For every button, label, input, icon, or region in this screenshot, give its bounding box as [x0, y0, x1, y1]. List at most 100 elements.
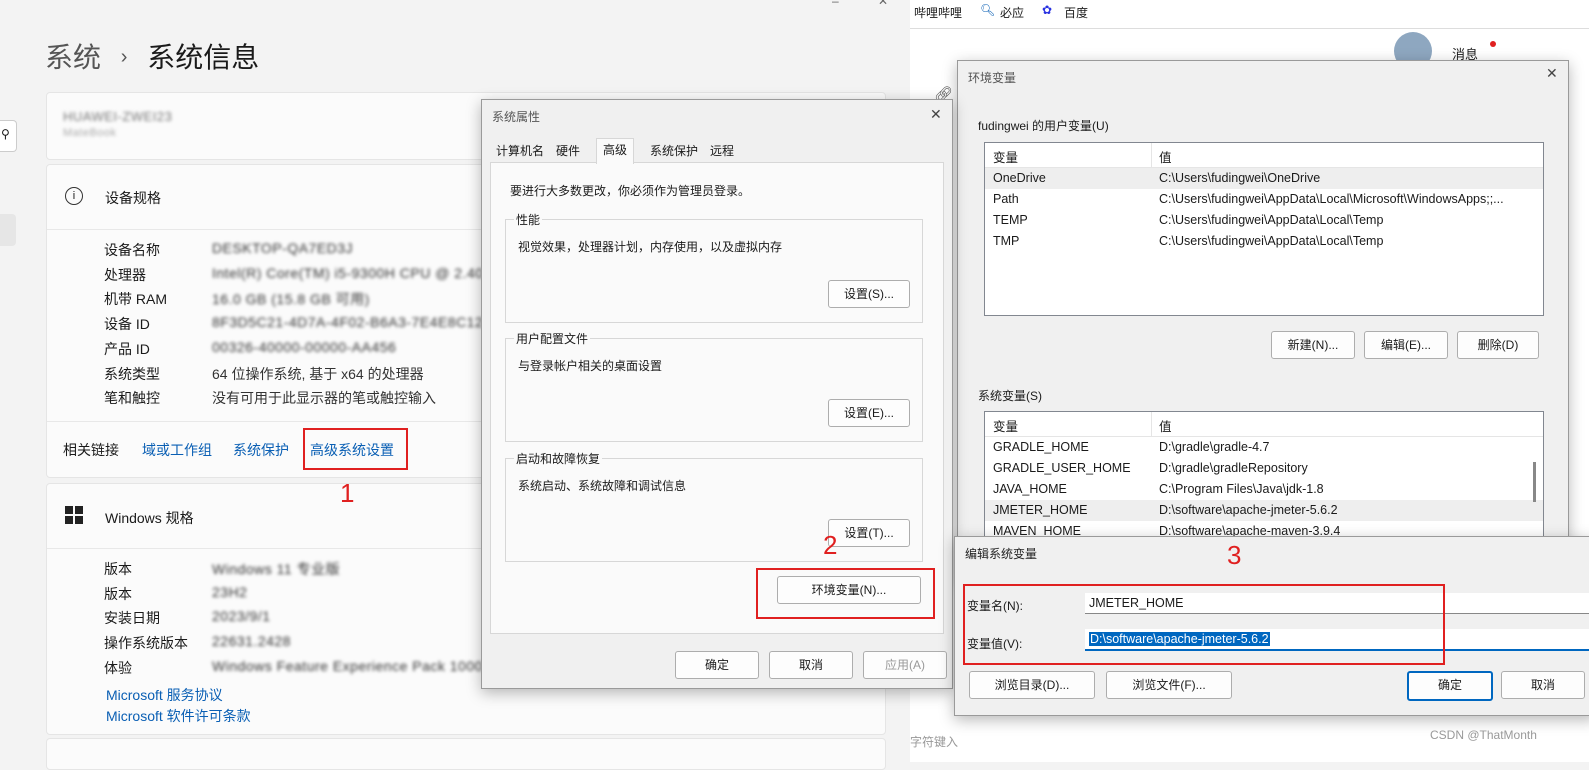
- startup-recovery-group: 启动和故障恢复 系统启动、系统故障和调试信息 设置(T)...: [505, 450, 923, 562]
- env-vars-dialog: 环境变量 ✕ fudingwei 的用户变量(U) 变量 值 OneDrive C…: [957, 60, 1569, 582]
- spec-value: 8F3D5C21-4D7A-4F02-B6A3-7E4E8C12A9B0: [212, 314, 520, 331]
- next-card: [46, 738, 886, 770]
- device-name: HUAWEI-ZWEI23: [63, 109, 173, 124]
- tab-remote[interactable]: 远程: [704, 140, 740, 162]
- spec-label: 安装日期: [104, 610, 160, 627]
- variable-name: TEMP: [993, 213, 1028, 227]
- column-value[interactable]: 值: [1159, 147, 1172, 166]
- link-domain-workgroup[interactable]: 域或工作组: [142, 440, 212, 460]
- variable-value: D:\gradle\gradleRepository: [1159, 461, 1308, 475]
- spec-value: Intel(R) Core(TM) i5-9300H CPU @ 2.40GHz: [212, 264, 514, 281]
- performance-settings-button[interactable]: 设置(S)...: [828, 280, 910, 308]
- variable-value: C:\Users\fudingwei\AppData\Local\Microso…: [1159, 192, 1504, 206]
- list-row[interactable]: JAVA_HOME C:\Program Files\Java\jdk-1.8: [985, 479, 1543, 500]
- breadcrumb-parent[interactable]: 系统: [45, 42, 101, 73]
- spec-label: 版本: [104, 561, 132, 577]
- annotation-box-1: [303, 428, 408, 470]
- list-row[interactable]: GRADLE_HOME D:\gradle\gradle-4.7: [985, 437, 1543, 458]
- ok-button[interactable]: 确定: [675, 651, 759, 679]
- startup-settings-button[interactable]: 设置(T)...: [828, 519, 910, 547]
- link-system-protection[interactable]: 系统保护: [233, 440, 289, 460]
- search-icon: ⚲: [1, 127, 10, 141]
- spec-value: 2023/9/1: [212, 608, 271, 625]
- variable-value: D:\gradle\gradle-4.7: [1159, 440, 1270, 454]
- link-ms-license-terms[interactable]: Microsoft 软件许可条款: [106, 706, 251, 726]
- list-header: 变量 值: [985, 412, 1543, 437]
- column-variable[interactable]: 变量: [993, 147, 1018, 166]
- close-icon[interactable]: ✕: [1546, 65, 1558, 82]
- sidebar-search-button[interactable]: ⚲: [0, 120, 17, 152]
- related-links-label: 相关链接: [63, 442, 119, 458]
- spec-value: Windows Feature Experience Pack 1000.226…: [212, 657, 482, 674]
- admin-note: 要进行大多数更改，你必须作为管理员登录。: [510, 184, 751, 198]
- baidu-icon: ✿: [1042, 3, 1053, 17]
- tab-computer-name[interactable]: 计算机名: [490, 140, 550, 162]
- edit-user-var-button[interactable]: 编辑(E)...: [1364, 331, 1448, 359]
- device-model: MateBook: [63, 127, 117, 139]
- new-user-var-button[interactable]: 新建(N)...: [1271, 331, 1355, 359]
- list-row[interactable]: TMP C:\Users\fudingwei\AppData\Local\Temp: [985, 231, 1543, 252]
- bookmark-bilibili[interactable]: 哔哩哔哩: [914, 4, 962, 21]
- annotation-number-2: 2: [823, 530, 838, 560]
- input-hint: 字符键入: [910, 735, 959, 749]
- variable-value: C:\Users\fudingwei\OneDrive: [1159, 171, 1321, 185]
- spec-label: 机带 RAM: [104, 291, 167, 308]
- variable-name: JMETER_HOME: [993, 503, 1088, 517]
- column-value[interactable]: 值: [1159, 416, 1172, 435]
- spec-value: 00326-40000-00000-AA456: [212, 338, 397, 355]
- variable-value: D:\software\apache-jmeter-5.6.2: [1159, 503, 1338, 517]
- variable-value: C:\Program Files\Java\jdk-1.8: [1159, 482, 1324, 496]
- breadcrumb: 系统 › 系统信息: [45, 36, 259, 76]
- group-label: 启动和故障恢复: [514, 450, 603, 467]
- spec-value: 64 位操作系统, 基于 x64 的处理器: [212, 365, 424, 382]
- list-row[interactable]: JMETER_HOME D:\software\apache-jmeter-5.6…: [985, 500, 1543, 521]
- list-header: 变量 值: [985, 143, 1543, 168]
- group-desc: 与登录帐户相关的桌面设置: [518, 359, 663, 373]
- scrollbar-thumb[interactable]: [1533, 462, 1536, 502]
- list-row[interactable]: GRADLE_USER_HOME D:\gradle\gradleReposito…: [985, 458, 1543, 479]
- delete-user-var-button[interactable]: 删除(D): [1457, 331, 1539, 359]
- minimize-icon[interactable]: –: [832, 0, 839, 8]
- spec-value: 没有可用于此显示器的笔或触控输入: [212, 390, 436, 407]
- spec-value: Windows 11 专业版: [212, 561, 341, 577]
- bookmarks-bar: 哔哩哔哩 🔍︎ 必应 ✿ 百度: [910, 0, 1589, 29]
- group-label: 性能: [514, 211, 543, 228]
- link-ms-service-agreement[interactable]: Microsoft 服务协议: [106, 685, 223, 705]
- browse-directory-button[interactable]: 浏览目录(D)...: [969, 671, 1095, 699]
- spec-label: 产品 ID: [104, 340, 150, 357]
- apply-button[interactable]: 应用(A): [863, 651, 947, 679]
- tab-system-protection[interactable]: 系统保护: [644, 140, 704, 162]
- user-vars-list[interactable]: 变量 值 OneDrive C:\Users\fudingwei\OneDrive…: [984, 142, 1544, 316]
- tab-hardware[interactable]: 硬件: [550, 140, 586, 162]
- cancel-button[interactable]: 取消: [1501, 671, 1585, 699]
- windows-spec-title: Windows 规格: [105, 510, 194, 526]
- bookmark-baidu[interactable]: 百度: [1064, 4, 1088, 21]
- close-icon[interactable]: ✕: [878, 0, 888, 8]
- user-profile-settings-button[interactable]: 设置(E)...: [828, 399, 910, 427]
- list-row[interactable]: OneDrive C:\Users\fudingwei\OneDrive: [985, 168, 1543, 189]
- annotation-number-1: 1: [340, 478, 355, 508]
- device-spec-title: 设备规格: [105, 190, 161, 206]
- spec-label: 笔和触控: [104, 390, 160, 407]
- spec-label: 系统类型: [104, 365, 160, 382]
- spec-label: 操作系统版本: [104, 635, 188, 652]
- list-row[interactable]: Path C:\Users\fudingwei\AppData\Local\Mic…: [985, 189, 1543, 210]
- notification-dot: [1490, 41, 1496, 47]
- cancel-button[interactable]: 取消: [769, 651, 853, 679]
- variable-value: C:\Users\fudingwei\AppData\Local\Temp: [1159, 213, 1384, 227]
- spec-label: 版本: [104, 585, 132, 602]
- column-variable[interactable]: 变量: [993, 416, 1018, 435]
- bookmark-bing[interactable]: 必应: [1000, 4, 1024, 21]
- dialog-title: 编辑系统变量: [965, 547, 1038, 561]
- list-row[interactable]: TEMP C:\Users\fudingwei\AppData\Local\Tem…: [985, 210, 1543, 231]
- user-vars-label: fudingwei 的用户变量(U): [978, 119, 1109, 133]
- dialog-title: 环境变量: [968, 71, 1017, 85]
- annotation-box-3: [963, 584, 1445, 665]
- ok-button[interactable]: 确定: [1407, 671, 1493, 701]
- sidebar-selected-item[interactable]: [0, 214, 16, 246]
- tab-advanced[interactable]: 高级: [596, 138, 635, 164]
- group-desc: 视觉效果，处理器计划，内存使用，以及虚拟内存: [518, 240, 783, 254]
- spec-value: 16.0 GB (15.8 GB 可用): [212, 291, 370, 308]
- close-icon[interactable]: ✕: [930, 106, 942, 123]
- browse-file-button[interactable]: 浏览文件(F)...: [1106, 671, 1232, 699]
